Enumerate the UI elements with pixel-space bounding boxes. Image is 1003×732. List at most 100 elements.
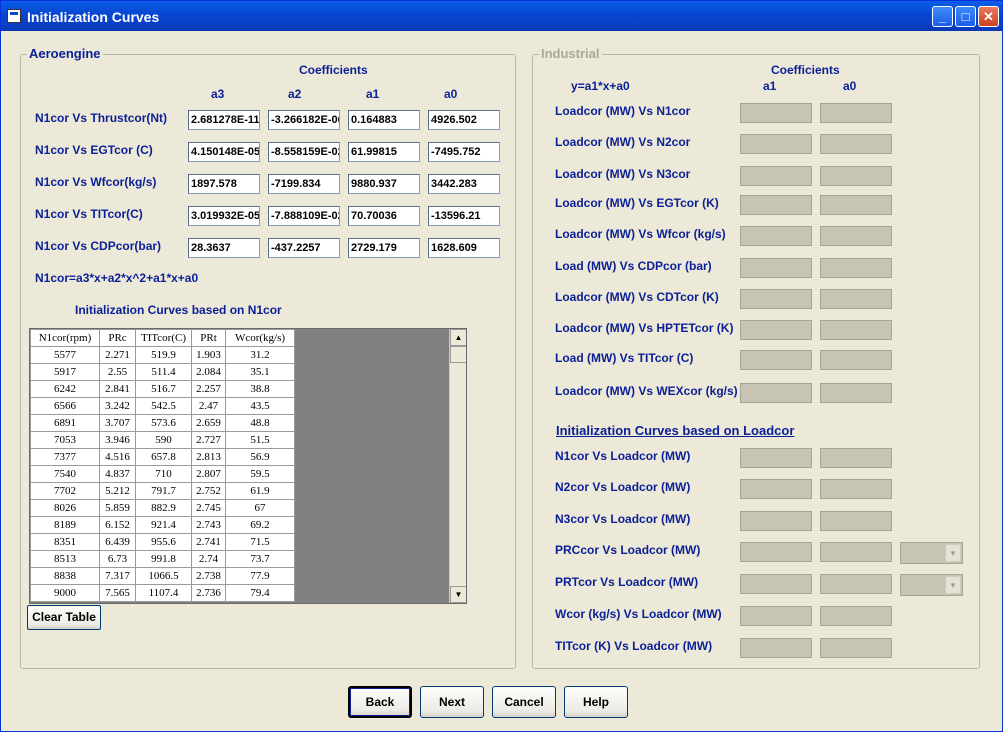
loadcor-a1-field[interactable]	[740, 574, 812, 594]
clear-table-button[interactable]: Clear Table	[27, 605, 101, 630]
table-cell[interactable]: 542.5	[135, 397, 192, 415]
industrial-a0-field[interactable]	[820, 103, 892, 123]
coef-a2-field[interactable]: -437.2257	[268, 238, 340, 258]
minimize-button[interactable]: _	[932, 6, 953, 27]
table-row[interactable]: 6891 3.707 573.6 2.659 48.8	[30, 414, 295, 432]
close-button[interactable]: ✕	[978, 6, 999, 27]
industrial-a0-field[interactable]	[820, 350, 892, 370]
coef-a1-field[interactable]: 9880.937	[348, 174, 420, 194]
industrial-a1-field[interactable]	[740, 258, 812, 278]
table-cell[interactable]: 3.242	[99, 397, 136, 415]
table-cell[interactable]: 791.7	[135, 482, 192, 500]
scroll-down-arrow-icon[interactable]: ▼	[450, 586, 466, 603]
table-row[interactable]: 5917 2.55 511.4 2.084 35.1	[30, 363, 295, 381]
coef-a1-field[interactable]: 61.99815	[348, 142, 420, 162]
table-cell[interactable]: 2.738	[191, 567, 226, 585]
loadcor-a1-field[interactable]	[740, 448, 812, 468]
industrial-a0-field[interactable]	[820, 134, 892, 154]
table-cell[interactable]: 2.807	[191, 465, 226, 483]
table-cell[interactable]: 2.257	[191, 380, 226, 398]
scroll-up-arrow-icon[interactable]: ▲	[450, 329, 466, 346]
table-cell[interactable]: 8351	[30, 533, 100, 551]
table-cell[interactable]: 5577	[30, 346, 100, 364]
table-cell[interactable]: 991.8	[135, 550, 192, 568]
table-cell[interactable]: 4.516	[99, 448, 136, 466]
industrial-a1-field[interactable]	[740, 383, 812, 403]
loadcor-a1-field[interactable]	[740, 511, 812, 531]
table-cell[interactable]: 2.745	[191, 499, 226, 517]
table-cell[interactable]: 51.5	[225, 431, 295, 449]
table-cell[interactable]: 516.7	[135, 380, 192, 398]
table-cell[interactable]: 2.47	[191, 397, 226, 415]
table-cell[interactable]: 67	[225, 499, 295, 517]
table-cell[interactable]: 6.439	[99, 533, 136, 551]
coef-a2-field[interactable]: -3.266182E-06	[268, 110, 340, 130]
coef-a3-field[interactable]: 4.150148E-05	[188, 142, 260, 162]
industrial-a1-field[interactable]	[740, 226, 812, 246]
table-cell[interactable]: 8189	[30, 516, 100, 534]
table-cell[interactable]: 79.4	[225, 584, 295, 602]
table-row[interactable]: 7540 4.837 710 2.807 59.5	[30, 465, 295, 483]
table-row[interactable]: 8838 7.317 1066.5 2.738 77.9	[30, 567, 295, 585]
table-cell[interactable]: 657.8	[135, 448, 192, 466]
table-row[interactable]: 7053 3.946 590 2.727 51.5	[30, 431, 295, 449]
industrial-a0-field[interactable]	[820, 383, 892, 403]
table-cell[interactable]: 710	[135, 465, 192, 483]
table-cell[interactable]: 511.4	[135, 363, 192, 381]
coef-a3-field[interactable]: 28.3637	[188, 238, 260, 258]
table-cell[interactable]: 4.837	[99, 465, 136, 483]
industrial-a0-field[interactable]	[820, 320, 892, 340]
maximize-button[interactable]: □	[955, 6, 976, 27]
table-cell[interactable]: 5.212	[99, 482, 136, 500]
loadcor-a1-field[interactable]	[740, 542, 812, 562]
table-cell[interactable]: 61.9	[225, 482, 295, 500]
table-cell[interactable]: 71.5	[225, 533, 295, 551]
table-cell[interactable]: 2.813	[191, 448, 226, 466]
table-row[interactable]: 7377 4.516 657.8 2.813 56.9	[30, 448, 295, 466]
table-cell[interactable]: 7377	[30, 448, 100, 466]
coef-a3-field[interactable]: 1897.578	[188, 174, 260, 194]
table-row[interactable]: 8513 6.73 991.8 2.74 73.7	[30, 550, 295, 568]
industrial-a1-field[interactable]	[740, 350, 812, 370]
table-cell[interactable]: 1107.4	[135, 584, 192, 602]
table-cell[interactable]: 2.271	[99, 346, 136, 364]
table-cell[interactable]: 3.946	[99, 431, 136, 449]
table-row[interactable]: 8026 5.859 882.9 2.745 67	[30, 499, 295, 517]
table-cell[interactable]: 8026	[30, 499, 100, 517]
table-cell[interactable]: 1.903	[191, 346, 226, 364]
loadcor-a0-field[interactable]	[820, 606, 892, 626]
coef-a0-field[interactable]: -7495.752	[428, 142, 500, 162]
coef-a1-field[interactable]: 70.70036	[348, 206, 420, 226]
coef-a2-field[interactable]: -7199.834	[268, 174, 340, 194]
table-cell[interactable]: 3.707	[99, 414, 136, 432]
coef-a0-field[interactable]: 1628.609	[428, 238, 500, 258]
help-button[interactable]: Help	[564, 686, 628, 718]
industrial-a1-field[interactable]	[740, 103, 812, 123]
table-cell[interactable]: 2.743	[191, 516, 226, 534]
table-cell[interactable]: 56.9	[225, 448, 295, 466]
next-button[interactable]: Next	[420, 686, 484, 718]
industrial-a0-field[interactable]	[820, 166, 892, 186]
table-cell[interactable]: 2.727	[191, 431, 226, 449]
table-row[interactable]: 5577 2.271 519.9 1.903 31.2	[30, 346, 295, 364]
coef-a3-field[interactable]: 2.681278E-11	[188, 110, 260, 130]
prt-combo[interactable]: ▼	[900, 574, 963, 596]
loadcor-a0-field[interactable]	[820, 638, 892, 658]
table-cell[interactable]: 921.4	[135, 516, 192, 534]
table-cell[interactable]: 73.7	[225, 550, 295, 568]
chevron-down-icon[interactable]: ▼	[945, 544, 961, 562]
table-cell[interactable]: 955.6	[135, 533, 192, 551]
coef-a2-field[interactable]: -7.888109E-02	[268, 206, 340, 226]
table-cell[interactable]: 590	[135, 431, 192, 449]
table-cell[interactable]: 6891	[30, 414, 100, 432]
table-cell[interactable]: 882.9	[135, 499, 192, 517]
table-row[interactable]: 8189 6.152 921.4 2.743 69.2	[30, 516, 295, 534]
table-cell[interactable]: 2.736	[191, 584, 226, 602]
coef-a0-field[interactable]: 4926.502	[428, 110, 500, 130]
table-row[interactable]: 7702 5.212 791.7 2.752 61.9	[30, 482, 295, 500]
table-cell[interactable]: 77.9	[225, 567, 295, 585]
loadcor-a0-field[interactable]	[820, 479, 892, 499]
table-cell[interactable]: 6.73	[99, 550, 136, 568]
table-cell[interactable]: 48.8	[225, 414, 295, 432]
loadcor-a1-field[interactable]	[740, 606, 812, 626]
